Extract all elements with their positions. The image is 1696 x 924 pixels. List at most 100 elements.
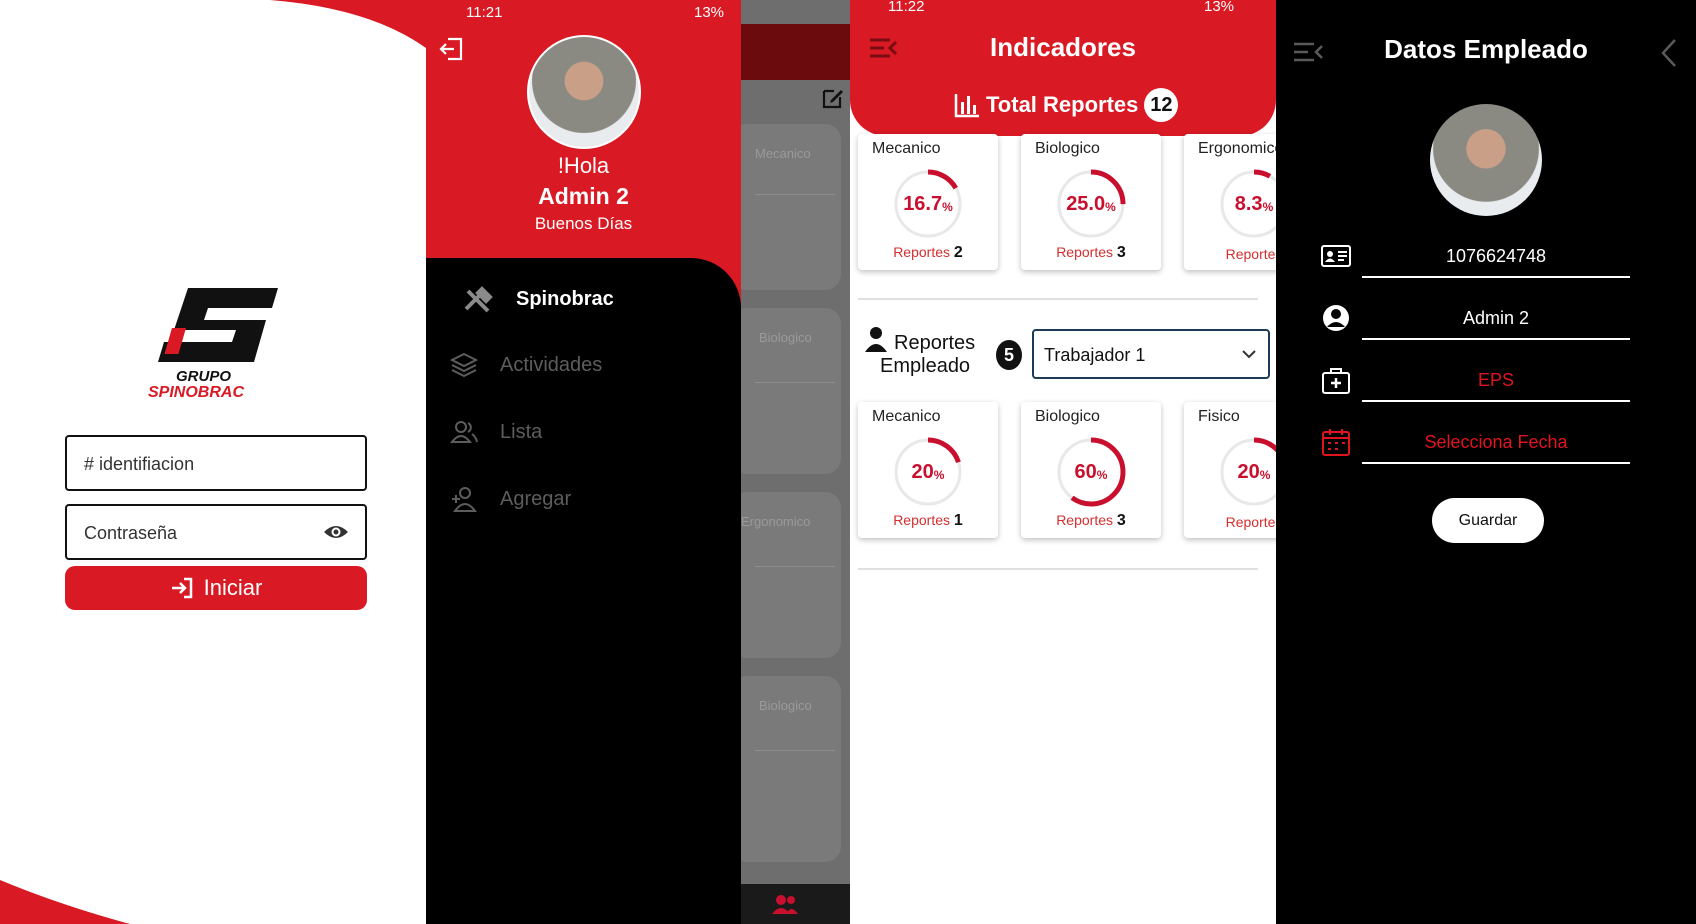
greeting-text: !Hola bbox=[557, 153, 610, 178]
percent-sign: % bbox=[1259, 468, 1271, 482]
reportes-label: Reportes bbox=[1056, 512, 1113, 528]
indicator-card: Mecanico 20% Reportes 1 bbox=[858, 402, 998, 538]
behind-card: Mecanico bbox=[731, 124, 841, 290]
card-footer: Reportes 1 bbox=[858, 512, 998, 530]
gauge: 25.0% bbox=[1051, 164, 1131, 244]
calendar-icon bbox=[1322, 429, 1350, 456]
spinobrac-logo: GRUPO SPINOBRAC bbox=[148, 286, 288, 401]
login-button[interactable]: Iniciar bbox=[65, 566, 367, 610]
login-button-label: Iniciar bbox=[203, 575, 263, 600]
behind-card-title: Biologico bbox=[759, 698, 812, 713]
percent-sign: % bbox=[933, 468, 945, 482]
employee-select-value: Trabajador 1 bbox=[1044, 345, 1146, 365]
add-user-icon bbox=[452, 487, 477, 512]
dimmed-background: Mecanico Biologico Ergonomico Biologico bbox=[731, 0, 850, 924]
behind-card: Ergonomico bbox=[731, 492, 841, 658]
login-screen: GRUPO SPINOBRAC # identifiacion Contrase… bbox=[0, 0, 426, 924]
back-icon[interactable] bbox=[1660, 38, 1678, 68]
total-reportes-label: Total Reportes bbox=[986, 92, 1139, 117]
layers-icon bbox=[450, 352, 478, 378]
section-divider bbox=[858, 568, 1258, 570]
percent-sign: % bbox=[942, 200, 953, 214]
gauge-value: 20 bbox=[1237, 460, 1260, 483]
card-footer: Reportes 3 bbox=[1021, 512, 1161, 530]
employee-avatar bbox=[1430, 104, 1542, 216]
reportes-label: Reportes bbox=[893, 512, 950, 528]
drawer-panel: 11:21 13% !Hola Admin 2 Buenos Días Spin… bbox=[426, 0, 741, 924]
drawer-item-agregar[interactable]: Agregar bbox=[450, 479, 571, 519]
total-reportes-badge: 12 bbox=[1144, 88, 1179, 122]
edit-icon bbox=[822, 89, 843, 109]
id-field-placeholder: # identifiacion bbox=[84, 454, 195, 474]
gauge-value: 16.7 bbox=[903, 192, 943, 215]
indicadores-title: Indicadores bbox=[990, 32, 1136, 62]
card-footer: Reportes 2 bbox=[858, 244, 998, 262]
group-icon bbox=[772, 895, 798, 914]
logout-icon[interactable] bbox=[438, 36, 464, 62]
reportes-label: Reportes bbox=[1225, 246, 1276, 262]
drawer-item-label: Agregar bbox=[500, 487, 572, 510]
password-field-placeholder: Contraseña bbox=[84, 523, 178, 543]
drawer-item-actividades[interactable]: Actividades bbox=[450, 345, 602, 385]
employee-select[interactable]: Trabajador 1 bbox=[1032, 329, 1270, 379]
drawer-item-label: Lista bbox=[500, 420, 543, 443]
card-title: Mecanico bbox=[872, 140, 941, 157]
indicator-card: Biologico 25.0% Reportes 3 bbox=[1021, 134, 1161, 270]
gauge: 8.3% bbox=[1214, 164, 1276, 244]
section-divider bbox=[858, 298, 1258, 300]
date-field[interactable]: Selecciona Fecha bbox=[1362, 432, 1630, 453]
field-underline bbox=[1362, 276, 1630, 278]
drawer-screen: Mecanico Biologico Ergonomico Biologico … bbox=[426, 0, 850, 924]
reportes-label: Reportes bbox=[1225, 514, 1276, 530]
empleado-count-badge: 5 bbox=[996, 340, 1022, 370]
eps-field[interactable]: EPS bbox=[1362, 370, 1630, 391]
behind-card-title: Mecanico bbox=[755, 146, 811, 161]
account-circle-icon bbox=[1323, 305, 1349, 331]
drawer-item-spinobrac[interactable]: Spinobrac bbox=[462, 279, 614, 319]
datos-empleado-title: Datos Empleado bbox=[1384, 34, 1588, 64]
behind-card-title: Biologico bbox=[759, 330, 812, 345]
indicator-card: Mecanico 16.7% Reportes 2 bbox=[858, 134, 998, 270]
status-battery: 13% bbox=[694, 4, 725, 21]
user-name: Admin 2 bbox=[538, 183, 629, 209]
card-footer: Reportes 3 bbox=[1021, 244, 1161, 262]
gauge-value: 25.0 bbox=[1066, 192, 1106, 215]
indicator-card: Fisico 20% Reportes bbox=[1184, 402, 1276, 538]
dimmed-bottom-bar bbox=[741, 884, 850, 924]
reportes-count: 2 bbox=[953, 244, 963, 261]
reportes-count: 3 bbox=[1116, 512, 1126, 529]
password-field[interactable]: Contraseña bbox=[65, 504, 367, 560]
chevron-down-icon bbox=[1242, 350, 1256, 359]
id-card-icon bbox=[1321, 245, 1351, 267]
percent-sign: % bbox=[1096, 468, 1108, 482]
percent-sign: % bbox=[1262, 200, 1274, 214]
behind-card-title: Ergonomico bbox=[741, 514, 811, 529]
drawer-item-lista[interactable]: Lista bbox=[450, 412, 542, 452]
bar-chart-icon bbox=[954, 94, 979, 118]
card-title: Ergonomico bbox=[1198, 140, 1276, 157]
card-footer: Reportes bbox=[1184, 246, 1276, 262]
indicadores-screen: 11:22 13% Indicadores Total Reportes 12 … bbox=[850, 0, 1276, 924]
reportes-empleado-label-1: Reportes bbox=[894, 332, 976, 354]
logo-text-bottom: SPINOBRAC bbox=[148, 384, 245, 401]
indicator-card: Biologico 60% Reportes 3 bbox=[1021, 402, 1161, 538]
gauge: 20% bbox=[888, 432, 968, 512]
status-time: 11:21 bbox=[466, 4, 503, 21]
behind-card-divider bbox=[755, 382, 835, 383]
behind-card: Biologico bbox=[731, 308, 841, 474]
save-button[interactable]: Guardar bbox=[1432, 498, 1544, 543]
card-footer: Reportes bbox=[1184, 514, 1276, 530]
id-number-field[interactable]: 1076624748 bbox=[1362, 246, 1630, 267]
gauge: 60% bbox=[1051, 432, 1131, 512]
employee-name-field[interactable]: Admin 2 bbox=[1362, 308, 1630, 329]
id-field[interactable]: # identifiacion bbox=[65, 435, 367, 491]
eye-icon[interactable] bbox=[323, 522, 349, 542]
users-icon bbox=[450, 421, 478, 443]
behind-card-divider bbox=[755, 566, 835, 567]
reportes-empleado-label-2: Empleado bbox=[880, 355, 971, 377]
tools-icon bbox=[464, 286, 493, 313]
total-reportes: Total Reportes 12 bbox=[954, 88, 1179, 122]
person-icon bbox=[865, 327, 887, 352]
datos-empleado-screen: Datos Empleado 1076624748 Admin 2 EPS Se… bbox=[1276, 0, 1696, 924]
medical-case-icon bbox=[1322, 368, 1350, 394]
